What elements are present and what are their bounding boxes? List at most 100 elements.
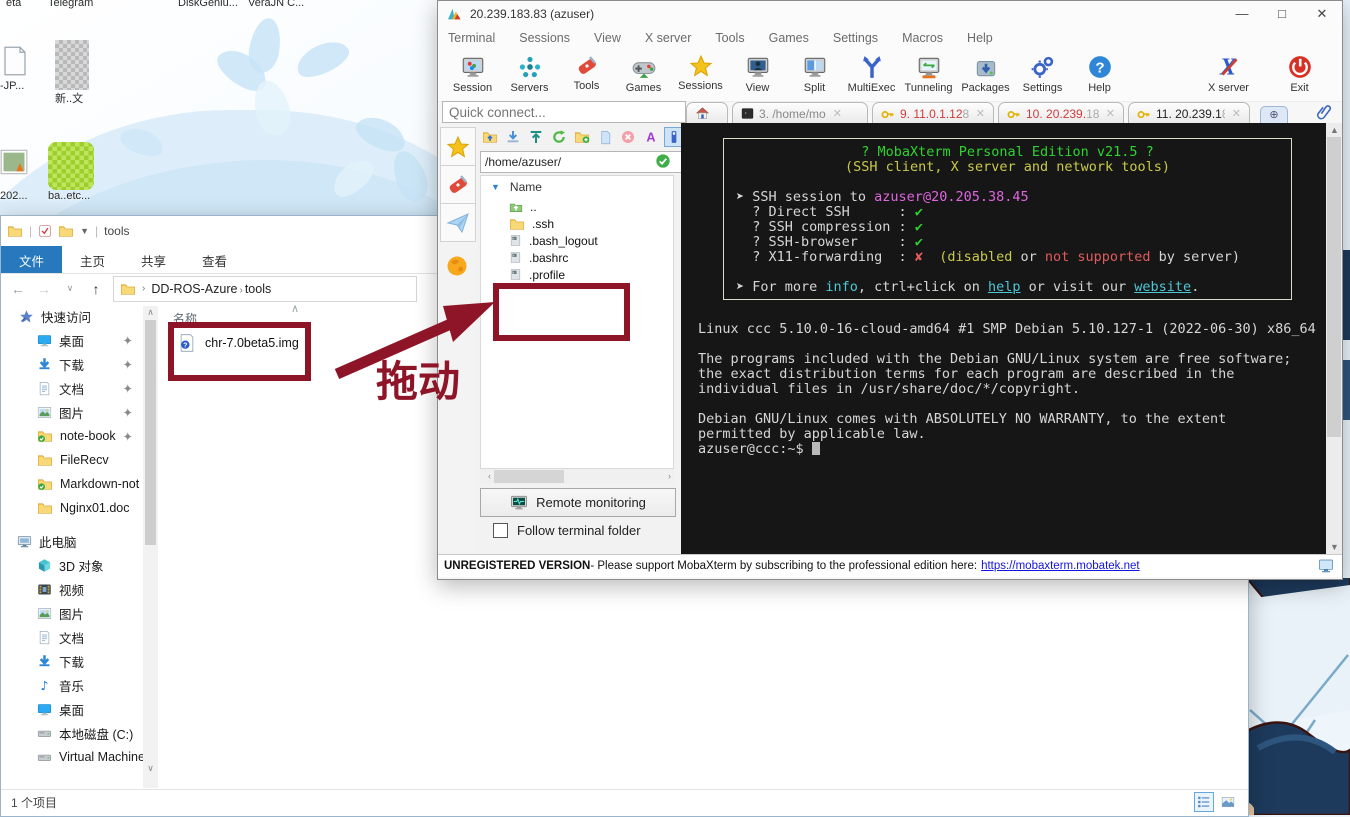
packages-button[interactable]: Packages <box>957 51 1014 94</box>
exit-button[interactable]: Exit <box>1271 51 1328 94</box>
macros-plane-button[interactable] <box>440 203 476 242</box>
new-file-button[interactable] <box>595 127 615 147</box>
sidebar-item-Markdown-not[interactable]: Markdown-not <box>1 472 159 496</box>
sidebar-quick-access[interactable]: 快速访问 <box>1 304 159 328</box>
split-button[interactable]: Split <box>786 51 843 94</box>
scroll-right-icon[interactable]: › <box>662 471 677 481</box>
new-tab-button[interactable]: ⊕ <box>1260 106 1288 124</box>
menu-terminal[interactable]: Terminal <box>448 31 495 45</box>
session-tab-1[interactable]: ›3. /home/mo✕ <box>732 102 868 124</box>
multiexec-button[interactable]: MultiExec <box>843 51 900 94</box>
follow-terminal-folder-checkbox[interactable]: Follow terminal folder <box>493 523 641 538</box>
font-a-button[interactable]: A <box>641 127 661 147</box>
session-tab-3[interactable]: 10. 20.239.18✕ <box>998 102 1124 124</box>
quick-access-toolbar-check-icon[interactable] <box>38 224 52 238</box>
network-globe-button[interactable] <box>440 247 474 284</box>
remote-file-row[interactable]: .. <box>481 198 673 215</box>
remote-path-input[interactable] <box>480 151 684 173</box>
ribbon-tab-2[interactable]: 共享 <box>123 246 184 273</box>
menu-help[interactable]: Help <box>967 31 993 45</box>
sidebar-item-文档[interactable]: 文档✦ <box>1 376 159 400</box>
details-view-button[interactable] <box>1194 792 1214 812</box>
quick-access-toolbar-folder-icon[interactable] <box>58 223 74 239</box>
column-header-name[interactable]: 名称 <box>173 310 197 327</box>
checkbox[interactable] <box>493 523 508 538</box>
file-item[interactable]: ?chr-7.0beta5.img <box>167 328 427 358</box>
desktop-icon[interactable]: 新..文 <box>55 40 119 106</box>
sidebar-item-图片[interactable]: 图片 <box>1 601 159 625</box>
remote-monitoring-button[interactable]: Remote monitoring <box>480 488 676 517</box>
menu-view[interactable]: View <box>594 31 621 45</box>
sort-desc-icon[interactable]: ▼ <box>491 182 500 192</box>
menu-sessions[interactable]: Sessions <box>519 31 570 45</box>
sessions-star-button[interactable] <box>440 127 476 166</box>
attachments-paperclip-icon[interactable] <box>1315 103 1332 120</box>
file-panel-hscrollbar[interactable]: ‹ › <box>480 469 674 484</box>
history-dropdown-icon[interactable]: ∨ <box>61 283 79 294</box>
sidebar-item-FileRecv[interactable]: FileRecv <box>1 448 159 472</box>
menu-x-server[interactable]: X server <box>645 31 692 45</box>
ribbon-tab-3[interactable]: 查看 <box>184 246 245 273</box>
sidebar-item-本地磁盘 (C:)[interactable]: 本地磁盘 (C:) <box>1 721 159 745</box>
sidebar-item-文档[interactable]: 文档 <box>1 625 159 649</box>
thumbnail-view-button[interactable] <box>1220 795 1236 809</box>
menu-settings[interactable]: Settings <box>833 31 878 45</box>
back-icon[interactable]: ← <box>9 281 27 297</box>
scrollbar-thumb[interactable] <box>494 470 564 483</box>
maximize-button[interactable]: □ <box>1262 1 1302 27</box>
x-server-button[interactable]: XX server <box>1200 51 1257 94</box>
ribbon-tab-0[interactable]: 文件 <box>1 246 62 273</box>
tab-close-icon[interactable]: ✕ <box>833 107 842 120</box>
ul-button[interactable] <box>526 127 546 147</box>
sidebar-item-Nginx01.doc[interactable]: Nginx01.doc <box>1 496 159 520</box>
graphical-browser-icon[interactable] <box>1318 558 1334 574</box>
session-button[interactable]: Session <box>444 51 501 94</box>
remote-file-row[interactable]: .ssh <box>481 215 673 232</box>
refresh-button[interactable] <box>549 127 569 147</box>
sidebar-item-下载[interactable]: 下载✦ <box>1 352 159 376</box>
tab-close-icon[interactable]: ✕ <box>976 107 985 120</box>
sidebar-item-桌面[interactable]: 桌面 <box>1 697 159 721</box>
scrollbar-thumb[interactable] <box>1327 137 1341 437</box>
scroll-up-icon[interactable]: ▲ <box>1327 125 1342 135</box>
delete-button[interactable] <box>618 127 638 147</box>
breadcrumb-segment[interactable]: DD-ROS-Azure <box>151 282 237 296</box>
ribbon-tab-1[interactable]: 主页 <box>62 246 123 273</box>
scroll-down-icon[interactable]: ▼ <box>1327 542 1342 552</box>
breadcrumb-segment[interactable]: tools <box>245 282 271 296</box>
scroll-up-icon[interactable]: ∧ <box>143 307 158 318</box>
terminal-scrollbar[interactable]: ▲ ▼ <box>1326 123 1342 554</box>
dl-button[interactable] <box>503 127 523 147</box>
sidebar-item-桌面[interactable]: 桌面✦ <box>1 328 159 352</box>
menu-games[interactable]: Games <box>769 31 809 45</box>
menu-tools[interactable]: Tools <box>715 31 744 45</box>
folder-plus-button[interactable] <box>572 127 592 147</box>
tab-close-icon[interactable]: ✕ <box>1106 107 1115 120</box>
servers-button[interactable]: Servers <box>501 51 558 94</box>
sidebar-item-图片[interactable]: 图片✦ <box>1 400 159 424</box>
sidebar-this-pc[interactable]: 此电脑 <box>1 529 159 553</box>
close-button[interactable]: ✕ <box>1302 1 1342 27</box>
remote-file-row[interactable]: .bash_logout <box>481 232 673 249</box>
scroll-down-icon[interactable]: ∨ <box>143 763 158 774</box>
scrollbar-thumb[interactable] <box>145 320 156 545</box>
folder-up-button[interactable] <box>480 127 500 147</box>
tunneling-button[interactable]: Tunneling <box>900 51 957 94</box>
sidebar-item-音乐[interactable]: ♪音乐 <box>1 673 159 697</box>
forward-icon[interactable]: → <box>35 281 53 297</box>
view-button[interactable]: View <box>729 51 786 94</box>
sidebar-scrollbar[interactable]: ∧ ∨ <box>143 306 158 788</box>
sidebar-item-Virtual Machine[interactable]: Virtual Machine <box>1 745 159 769</box>
sidebar-item-note-book[interactable]: note-book✦ <box>1 424 159 448</box>
mobaxterm-title-bar[interactable]: 20.239.183.83 (azuser) — □ ✕ <box>438 1 1342 27</box>
session-tab-2[interactable]: 9. 11.0.1.128✕ <box>872 102 994 124</box>
minimize-button[interactable]: — <box>1222 1 1262 27</box>
games-button[interactable]: Games <box>615 51 672 94</box>
menu-macros[interactable]: Macros <box>902 31 943 45</box>
terminal[interactable]: ? MobaXterm Personal Edition v21.5 ?(SSH… <box>681 123 1326 554</box>
sessions-button[interactable]: Sessions <box>672 51 729 94</box>
settings-button[interactable]: Settings <box>1014 51 1071 94</box>
up-icon[interactable]: ↑ <box>87 281 105 297</box>
session-tab-0[interactable] <box>686 102 728 124</box>
tools-button[interactable]: Tools <box>558 51 615 94</box>
